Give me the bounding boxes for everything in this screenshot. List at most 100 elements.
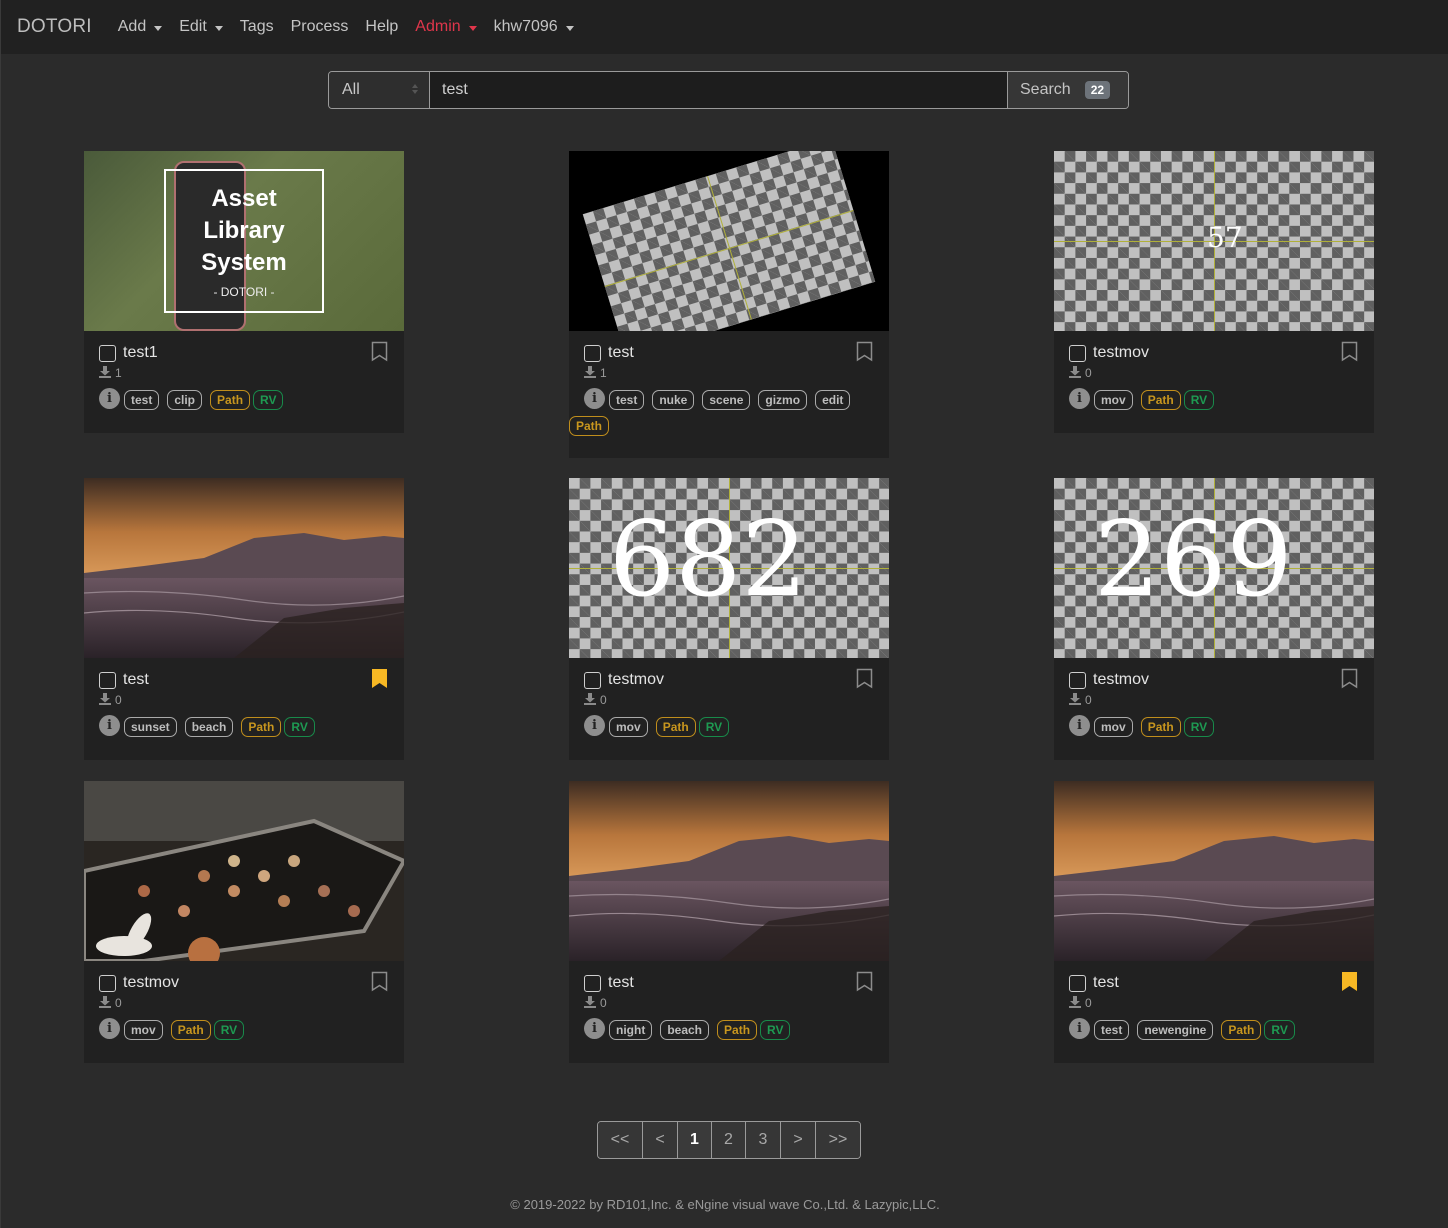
card-body: test 0 i sunset beach Path RV: [84, 658, 404, 753]
rv-button[interactable]: RV: [1183, 717, 1215, 737]
bookmark-icon[interactable]: [1341, 341, 1358, 362]
rv-button[interactable]: RV: [253, 390, 284, 410]
rv-button[interactable]: RV: [760, 1020, 791, 1040]
path-button[interactable]: Path: [1221, 1020, 1262, 1040]
tag-mov[interactable]: mov: [609, 717, 648, 737]
info-icon[interactable]: i: [99, 1017, 120, 1039]
info-icon[interactable]: i: [1069, 387, 1090, 409]
tag-mov[interactable]: mov: [1094, 717, 1133, 737]
asset-card: test 0 i night beach Path RV: [569, 781, 889, 1063]
asset-title[interactable]: test: [123, 671, 149, 689]
info-icon[interactable]: i: [584, 1017, 605, 1039]
page-2[interactable]: 2: [712, 1122, 746, 1158]
select-checkbox[interactable]: [99, 671, 116, 689]
asset-title[interactable]: testmov: [1093, 344, 1149, 362]
path-button[interactable]: Path: [1140, 717, 1181, 737]
info-icon[interactable]: i: [584, 714, 605, 736]
tag-test[interactable]: test: [124, 390, 160, 410]
frame-number: 57: [1207, 221, 1243, 254]
bookmark-icon[interactable]: [371, 971, 388, 992]
path-button[interactable]: Path: [717, 1020, 758, 1040]
rv-button[interactable]: RV: [698, 717, 730, 737]
asset-title[interactable]: test1: [123, 344, 158, 362]
thumbnail[interactable]: [569, 151, 889, 331]
page-next[interactable]: >: [781, 1122, 816, 1158]
bookmark-icon[interactable]: [1341, 668, 1358, 689]
bookmark-icon[interactable]: [856, 668, 873, 689]
select-checkbox[interactable]: [584, 671, 601, 689]
page-1[interactable]: 1: [678, 1122, 712, 1158]
tag-sunset[interactable]: sunset: [124, 717, 177, 737]
nav-admin[interactable]: Admin: [415, 18, 477, 36]
nav-user[interactable]: khw7096: [494, 18, 574, 36]
thumbnail[interactable]: [84, 478, 404, 658]
tag-edit[interactable]: edit: [815, 390, 851, 410]
thumbnail[interactable]: 682: [569, 478, 889, 658]
info-icon[interactable]: i: [584, 387, 605, 409]
bookmark-filled-icon[interactable]: [371, 668, 388, 689]
select-checkbox[interactable]: [1069, 671, 1086, 689]
tag-nuke[interactable]: nuke: [652, 390, 695, 410]
tag-beach[interactable]: beach: [660, 1020, 710, 1040]
path-button[interactable]: Path: [569, 416, 610, 436]
tag-beach[interactable]: beach: [184, 717, 234, 737]
info-icon[interactable]: i: [1069, 714, 1090, 736]
thumbnail[interactable]: [84, 781, 404, 961]
thumbnail[interactable]: [1054, 781, 1374, 961]
rv-button[interactable]: RV: [1264, 1020, 1295, 1040]
tag-gizmo[interactable]: gizmo: [758, 390, 808, 410]
bookmark-filled-icon[interactable]: [1341, 971, 1358, 992]
nav-add[interactable]: Add: [118, 18, 163, 36]
path-button[interactable]: Path: [241, 717, 282, 737]
asset-title[interactable]: testmov: [1093, 671, 1149, 689]
rv-button[interactable]: RV: [284, 717, 315, 737]
tag-mov[interactable]: mov: [124, 1020, 163, 1040]
select-checkbox[interactable]: [1069, 344, 1086, 362]
bookmark-icon[interactable]: [371, 341, 388, 362]
select-checkbox[interactable]: [99, 974, 116, 992]
path-button[interactable]: Path: [170, 1020, 211, 1040]
search-input[interactable]: [430, 72, 1007, 108]
thumbnail[interactable]: Asset Library System - DOTORI -: [84, 151, 404, 331]
page-last[interactable]: >>: [816, 1122, 860, 1158]
bookmark-icon[interactable]: [856, 971, 873, 992]
select-checkbox[interactable]: [1069, 974, 1086, 992]
thumbnail[interactable]: 269: [1054, 478, 1374, 658]
nav-tags[interactable]: Tags: [240, 18, 274, 36]
info-icon[interactable]: i: [1069, 1017, 1090, 1039]
nav-process[interactable]: Process: [291, 18, 349, 36]
page-first[interactable]: <<: [598, 1122, 643, 1158]
tag-test[interactable]: test: [609, 390, 645, 410]
nav-edit[interactable]: Edit: [179, 18, 223, 36]
path-button[interactable]: Path: [655, 717, 696, 737]
info-icon[interactable]: i: [99, 387, 120, 409]
select-checkbox[interactable]: [99, 344, 116, 362]
rv-button[interactable]: RV: [1183, 390, 1215, 410]
brand-logo[interactable]: DOTORI: [17, 16, 92, 38]
path-button[interactable]: Path: [210, 390, 251, 410]
search-button[interactable]: Search 22: [1007, 72, 1128, 108]
asset-title[interactable]: test: [1093, 974, 1119, 992]
select-checkbox[interactable]: [584, 344, 601, 362]
asset-title[interactable]: testmov: [123, 974, 179, 992]
tag-clip[interactable]: clip: [167, 390, 203, 410]
page-3[interactable]: 3: [746, 1122, 781, 1158]
nav-help[interactable]: Help: [365, 18, 398, 36]
select-checkbox[interactable]: [584, 974, 601, 992]
tag-mov[interactable]: mov: [1094, 390, 1133, 410]
tag-scene[interactable]: scene: [702, 390, 751, 410]
info-icon[interactable]: i: [99, 714, 120, 736]
thumbnail[interactable]: [569, 781, 889, 961]
asset-title[interactable]: testmov: [608, 671, 664, 689]
bookmark-icon[interactable]: [856, 341, 873, 362]
search-scope-select[interactable]: All: [329, 72, 430, 108]
asset-title[interactable]: test: [608, 344, 634, 362]
tag-night[interactable]: night: [609, 1020, 653, 1040]
tag-newengine[interactable]: newengine: [1137, 1020, 1214, 1040]
path-button[interactable]: Path: [1140, 390, 1181, 410]
page-prev[interactable]: <: [643, 1122, 678, 1158]
tag-test[interactable]: test: [1094, 1020, 1130, 1040]
thumbnail[interactable]: 57: [1054, 151, 1374, 331]
asset-title[interactable]: test: [608, 974, 634, 992]
rv-button[interactable]: RV: [213, 1020, 245, 1040]
